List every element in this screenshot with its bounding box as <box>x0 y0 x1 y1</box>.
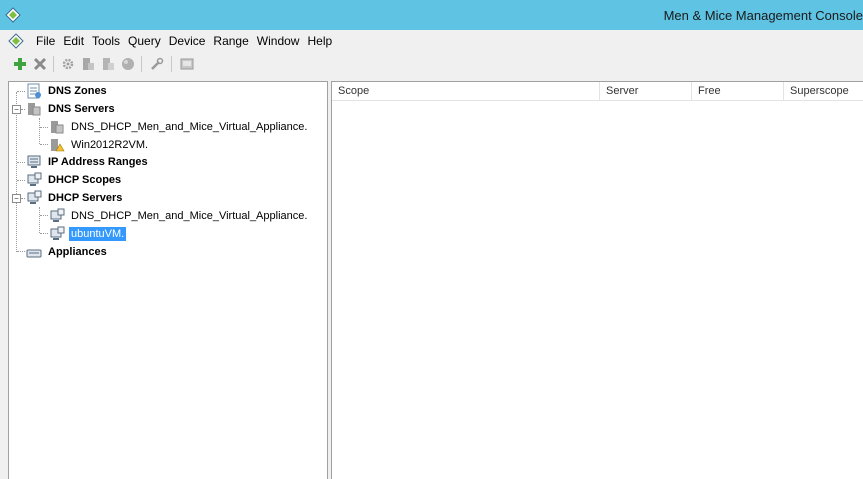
column-scope[interactable]: Scope <box>332 82 600 100</box>
dhcp-server-icon <box>50 226 65 240</box>
column-header-row: Scope Server Free Superscope <box>332 82 863 101</box>
server-icon <box>51 121 64 134</box>
dns-servers-icon <box>28 103 41 116</box>
tree-label: DNS Zones <box>48 85 107 97</box>
tree-item-appliances[interactable]: Appliances <box>26 243 109 261</box>
dhcp-servers-icon <box>27 190 42 204</box>
delete-icon[interactable] <box>32 56 48 72</box>
tree-label: Appliances <box>48 246 107 258</box>
toolbar-separator <box>141 56 142 72</box>
toolbar <box>0 52 863 76</box>
tree-line <box>39 118 40 144</box>
column-superscope[interactable]: Superscope <box>784 82 863 100</box>
menu-tools[interactable]: Tools <box>88 34 124 48</box>
tree-line <box>17 91 25 92</box>
tree-line <box>40 127 48 128</box>
tree-label: IP Address Ranges <box>48 156 148 168</box>
tree-line <box>21 109 25 110</box>
tree-label: DNS_DHCP_Men_and_Mice_Virtual_Appliance. <box>71 121 308 133</box>
server-warning-icon <box>51 139 65 152</box>
tree-line <box>17 162 25 163</box>
tree-item-dns-zones[interactable]: DNS Zones <box>26 82 109 100</box>
menu-window[interactable]: Window <box>253 34 304 48</box>
terminal-icon[interactable] <box>179 56 195 72</box>
gear-icon[interactable] <box>60 56 76 72</box>
server-icon[interactable] <box>80 56 96 72</box>
dhcp-server-icon <box>50 208 65 222</box>
menu-device[interactable]: Device <box>165 34 210 48</box>
server-disabled-icon[interactable] <box>100 56 116 72</box>
expand-dns-servers-toggle[interactable]: − <box>12 105 21 114</box>
column-server[interactable]: Server <box>600 82 692 100</box>
tree-item-dhcp-scopes[interactable]: DHCP Scopes <box>26 171 123 189</box>
tree-label: DNS_DHCP_Men_and_Mice_Virtual_Appliance. <box>71 210 308 222</box>
tree-item-dns-server[interactable]: DNS_DHCP_Men_and_Mice_Virtual_Appliance. <box>49 118 309 136</box>
add-icon[interactable] <box>12 56 28 72</box>
tree-line <box>39 207 40 233</box>
tree-label: DHCP Scopes <box>48 174 122 186</box>
menu-bar: File Edit Tools Query Device Range Windo… <box>0 30 863 52</box>
scope-list[interactable]: Scope Server Free Superscope <box>331 81 863 479</box>
circle-icon[interactable] <box>120 56 136 72</box>
wrench-icon[interactable] <box>149 56 165 72</box>
tree-line <box>40 233 48 234</box>
window-title: Men & Mice Management Console <box>663 8 863 23</box>
tree-line <box>21 198 25 199</box>
menu-help[interactable]: Help <box>303 34 336 48</box>
expand-dhcp-servers-toggle[interactable]: − <box>12 194 21 203</box>
men-and-mice-icon <box>5 7 21 23</box>
tree-item-dns-server[interactable]: Win2012R2VM. <box>49 136 150 154</box>
tree-line <box>17 180 25 181</box>
menu-file[interactable]: File <box>32 34 59 48</box>
navigation-tree[interactable]: − − DNS Zones DNS Servers DNS_DHCP_Men_a… <box>8 81 328 479</box>
tree-label: DNS Servers <box>48 103 115 115</box>
tree-label-selected: ubuntuVM. <box>69 227 127 241</box>
menu-edit[interactable]: Edit <box>59 34 88 48</box>
column-free[interactable]: Free <box>692 82 784 100</box>
tree-line <box>17 251 25 252</box>
title-bar: Men & Mice Management Console <box>0 0 863 30</box>
tree-item-dhcp-server-selected[interactable]: ubuntuVM. <box>49 225 127 243</box>
dhcp-scopes-icon <box>27 172 42 186</box>
tree-item-dhcp-servers[interactable]: DHCP Servers <box>26 189 124 207</box>
tree-label: Win2012R2VM. <box>71 139 149 151</box>
tree-line <box>40 144 48 145</box>
appliances-icon <box>26 249 42 258</box>
tree-line <box>40 215 48 216</box>
tree-item-dns-servers[interactable]: DNS Servers <box>26 100 117 118</box>
tree-item-ip-address-ranges[interactable]: IP Address Ranges <box>26 153 150 171</box>
toolbar-separator <box>171 56 172 72</box>
menu-query[interactable]: Query <box>124 34 165 48</box>
menu-range[interactable]: Range <box>209 34 252 48</box>
tree-line <box>16 92 17 252</box>
toolbar-separator <box>53 56 54 72</box>
ip-ranges-icon <box>27 155 41 168</box>
tree-label: DHCP Servers <box>48 192 123 204</box>
app-menu-icon[interactable] <box>8 33 24 49</box>
tree-item-dhcp-server[interactable]: DNS_DHCP_Men_and_Mice_Virtual_Appliance. <box>49 207 309 225</box>
dns-zones-icon <box>27 83 41 99</box>
